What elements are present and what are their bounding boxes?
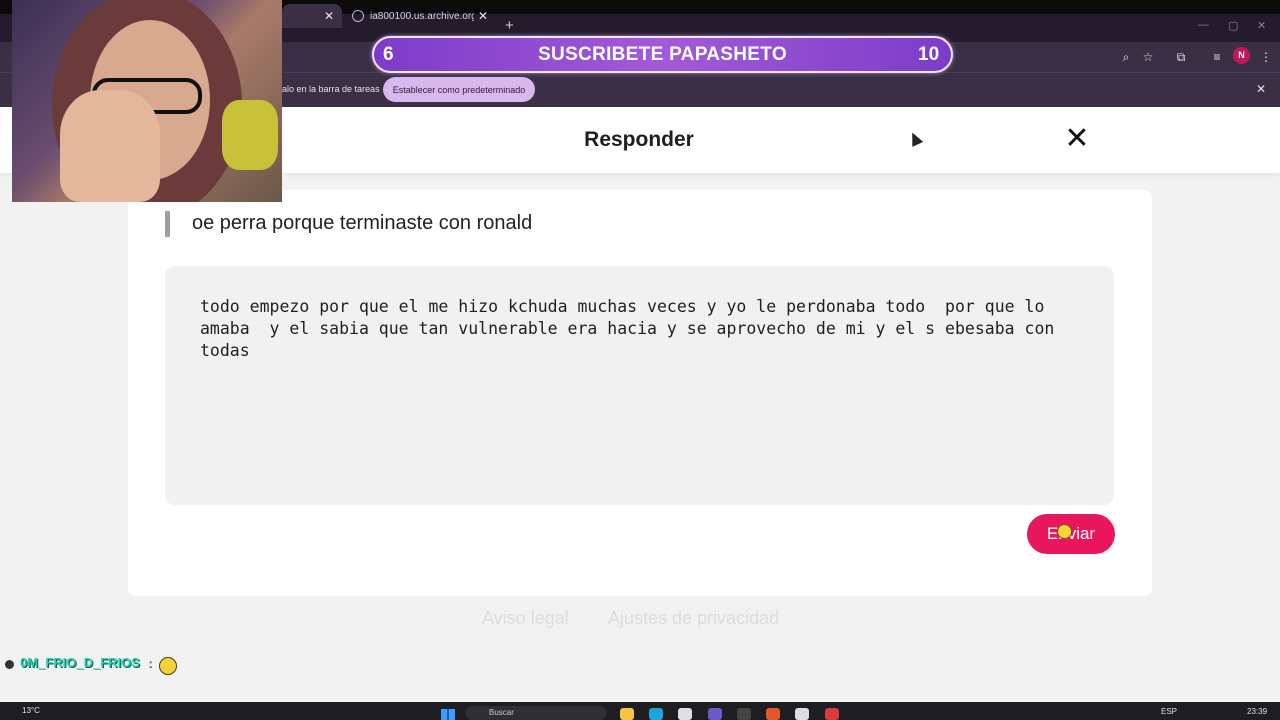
privacy-settings-link[interactable]: Ajustes de privacidad xyxy=(608,608,779,629)
globe-icon xyxy=(352,10,364,22)
clock[interactable]: 23:39 xyxy=(1247,707,1267,716)
window-close-icon[interactable]: ✕ xyxy=(1257,19,1266,32)
webcam-feed xyxy=(12,0,282,202)
taskbar-search[interactable]: Buscar xyxy=(465,706,607,720)
brave-icon[interactable] xyxy=(766,708,780,720)
obs-icon[interactable] xyxy=(737,708,751,720)
new-tab-icon[interactable]: + xyxy=(505,17,514,34)
extensions-icon[interactable]: ⧉ xyxy=(1172,48,1190,66)
bookmark-star-icon[interactable]: ☆ xyxy=(1139,48,1157,66)
close-tab-icon[interactable]: ✕ xyxy=(324,9,334,23)
infobar-text: alo en la barra de tareas xyxy=(282,84,380,94)
chat-emote-icon xyxy=(159,657,177,675)
edge-icon[interactable] xyxy=(649,708,663,720)
minimize-icon[interactable]: — xyxy=(1198,19,1209,31)
banner-text: SUSCRIBETE PAPASHETO xyxy=(538,44,787,65)
emote-icon xyxy=(1057,524,1072,539)
media-icon[interactable]: ≡ xyxy=(1208,48,1226,66)
profile-avatar[interactable]: N xyxy=(1233,47,1250,64)
tab-title: ia800100.us.archive.org/3/item xyxy=(370,10,474,22)
chat-message: 0M_FRIO_D_FRIOS : xyxy=(6,655,152,670)
zoom-icon[interactable]: ⌕ xyxy=(1117,48,1135,66)
discord-icon[interactable] xyxy=(708,708,722,720)
maximize-icon[interactable]: ▢ xyxy=(1228,19,1238,32)
tab-previous[interactable]: ✕ xyxy=(282,4,342,28)
banner-right-count: 10 xyxy=(918,44,940,65)
question-text: oe perra porque terminaste con ronald xyxy=(192,212,533,234)
menu-icon[interactable]: ⋮ xyxy=(1257,48,1275,66)
language-indicator[interactable]: ESP xyxy=(1161,707,1177,716)
webcam-hand xyxy=(60,90,160,202)
file-explorer-icon[interactable] xyxy=(620,708,634,720)
infobar-close-icon[interactable]: ✕ xyxy=(1256,82,1266,96)
quote-bar xyxy=(165,211,170,237)
weather-widget[interactable]: 13°C xyxy=(22,706,40,715)
tab-archive[interactable]: ia800100.us.archive.org/3/item ✕ xyxy=(344,4,496,28)
notes-icon[interactable] xyxy=(795,708,809,720)
close-icon[interactable]: ✕ xyxy=(1063,122,1091,156)
chat-username: 0M_FRIO_D_FRIOS xyxy=(20,655,140,670)
taskbar xyxy=(0,702,1280,720)
store-icon[interactable] xyxy=(678,708,692,720)
legal-notice-link[interactable]: Aviso legal xyxy=(482,608,569,629)
chat-separator: : xyxy=(147,655,152,670)
chrome-icon[interactable] xyxy=(825,708,839,720)
webcam-plush xyxy=(222,100,278,170)
close-tab-icon[interactable]: ✕ xyxy=(478,9,488,23)
start-icon[interactable] xyxy=(441,709,455,720)
answer-text[interactable]: todo empezo por que el me hizo kchuda mu… xyxy=(200,296,1090,362)
set-default-button[interactable]: Establecer como predeterminado xyxy=(383,77,535,102)
